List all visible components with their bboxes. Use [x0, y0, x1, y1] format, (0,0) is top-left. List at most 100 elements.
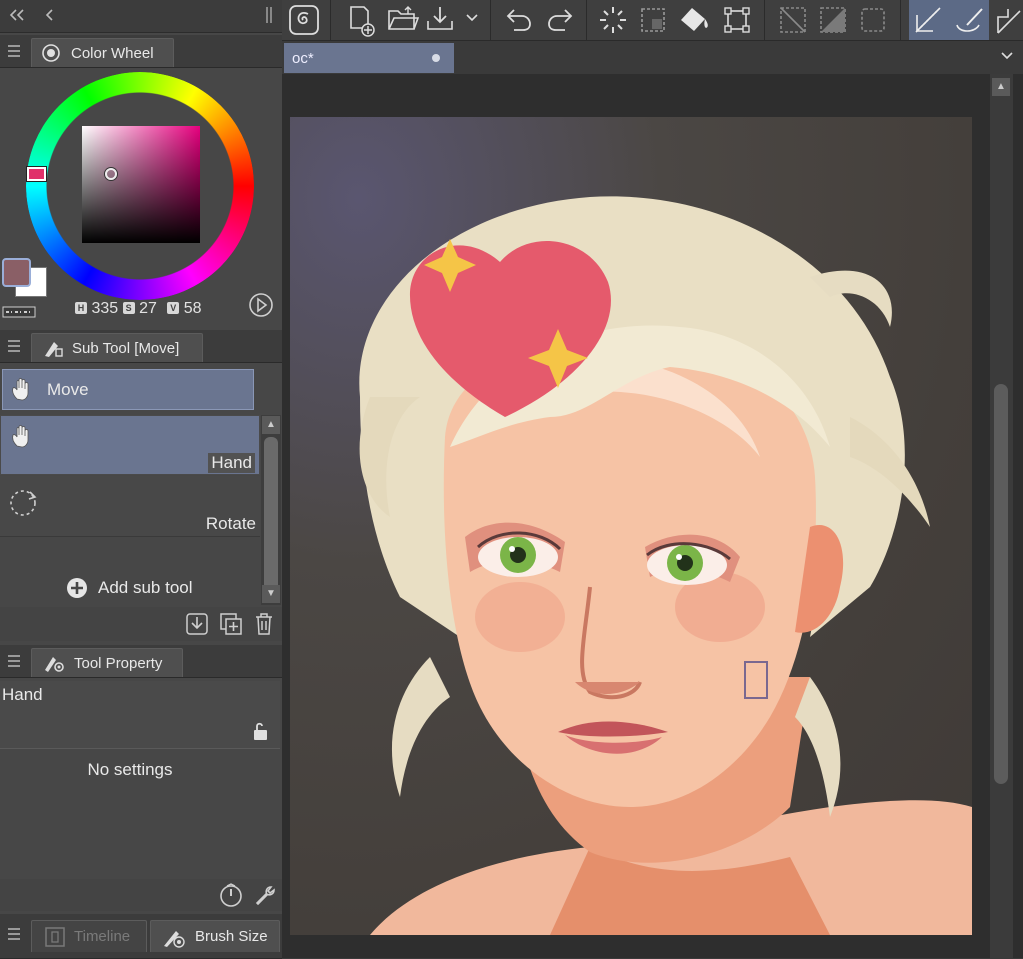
- timeline-icon: [44, 926, 66, 948]
- collapse-dock-icon[interactable]: [6, 7, 28, 23]
- back-arrow-icon[interactable]: [43, 7, 55, 23]
- unlock-icon[interactable]: [250, 721, 270, 741]
- tab-list-chevron-icon[interactable]: [1000, 51, 1014, 61]
- dial-icon[interactable]: [218, 883, 244, 909]
- toolbar-separator: [900, 0, 901, 40]
- sub-tool-tab-label: Sub Tool [Move]: [72, 339, 180, 357]
- tool-property-header: Hand: [0, 681, 280, 749]
- sub-tool-group-move[interactable]: Move: [2, 369, 254, 410]
- color-wheel-tabbar: Color Wheel: [0, 35, 282, 68]
- plus-circle-icon: [66, 577, 88, 599]
- brush-size-icon: [161, 926, 187, 948]
- tool-property-tab-label: Tool Property: [74, 654, 163, 672]
- tab-color-wheel[interactable]: Color Wheel: [31, 38, 174, 67]
- s-value: 27: [139, 300, 157, 317]
- document-tab-oc[interactable]: oc*: [284, 43, 454, 73]
- transform-icon[interactable]: [722, 5, 752, 35]
- snap-toggle-group: [909, 0, 989, 40]
- wrench-icon[interactable]: [252, 883, 278, 909]
- canvas-viewport[interactable]: [282, 74, 1023, 958]
- v-label: V: [167, 302, 180, 314]
- duplicate-icon[interactable]: [219, 612, 243, 636]
- add-sub-tool-label: Add sub tool: [98, 578, 193, 597]
- panel-menu-icon[interactable]: [8, 340, 20, 355]
- tab-tool-property[interactable]: Tool Property: [31, 648, 183, 677]
- s-label: S: [122, 302, 135, 314]
- drag-handle-icon[interactable]: [264, 5, 276, 25]
- tab-timeline[interactable]: Timeline: [31, 920, 147, 952]
- clear-outside-selection-icon[interactable]: [638, 5, 668, 35]
- tool-property-name: Hand: [2, 685, 43, 704]
- saturation-value-square[interactable]: [82, 126, 200, 243]
- app-logo-icon[interactable]: [288, 4, 320, 36]
- hue-marker[interactable]: [27, 167, 46, 181]
- color-wheel-tab-icon: [41, 43, 61, 63]
- add-sub-tool-button[interactable]: Add sub tool: [66, 577, 193, 599]
- selection-area-icon[interactable]: [858, 5, 888, 35]
- sub-tool-scrollbar[interactable]: ▲ ▼: [261, 415, 281, 605]
- scroll-down-icon[interactable]: ▼: [262, 585, 280, 603]
- toolbar-separator: [330, 0, 331, 40]
- snap-to-special-ruler-icon[interactable]: [953, 5, 987, 35]
- left-dock: Color Wheel H 335 S 27 V 58 Sub Tool [Mo…: [0, 0, 282, 959]
- main-color-swatch[interactable]: [2, 258, 31, 287]
- document-tab-label: oc*: [292, 49, 314, 67]
- color-wheel-tab-label: Color Wheel: [71, 44, 154, 62]
- sub-tool-tab-icon: [42, 338, 64, 358]
- redo-icon[interactable]: [545, 6, 575, 32]
- artwork-canvas[interactable]: [290, 117, 972, 935]
- h-label: H: [75, 302, 87, 314]
- new-canvas-icon[interactable]: [346, 4, 378, 38]
- transparent-color-icon[interactable]: [2, 306, 36, 318]
- document-tabbar: oc*: [282, 41, 1023, 74]
- panel-menu-icon[interactable]: [8, 45, 20, 60]
- clear-icon[interactable]: [598, 5, 628, 35]
- bottom-tabbar: Timeline Brush Size: [0, 914, 282, 959]
- import-icon[interactable]: [185, 612, 209, 636]
- tab-sub-tool[interactable]: Sub Tool [Move]: [31, 333, 203, 362]
- rotate-icon: [8, 488, 38, 518]
- toolbar-separator: [490, 0, 491, 40]
- canvas-scrollbar-thumb[interactable]: [994, 384, 1008, 784]
- brush-size-tab-label: Brush Size: [195, 928, 268, 945]
- portrait-painting: [359, 196, 972, 935]
- sub-tool-item-rotate[interactable]: Rotate: [0, 476, 260, 537]
- sub-tool-item-label: Hand: [208, 453, 255, 473]
- canvas-scroll-up-icon[interactable]: ▲: [992, 78, 1010, 96]
- unsaved-dot-icon[interactable]: [432, 54, 440, 62]
- snap-to-ruler-icon[interactable]: [913, 5, 943, 35]
- sub-tool-group-label: Move: [47, 379, 89, 399]
- panel-menu-icon[interactable]: [8, 928, 20, 943]
- deselect-icon[interactable]: [778, 5, 808, 35]
- tool-property-tabbar: Tool Property: [0, 645, 282, 678]
- save-icon[interactable]: [425, 4, 455, 34]
- no-settings-label: No settings: [87, 760, 173, 779]
- save-dropdown-chevron-icon[interactable]: [465, 13, 479, 23]
- toolbar-separator: [764, 0, 765, 40]
- v-value: 58: [183, 300, 202, 317]
- snap-to-grid-icon[interactable]: [994, 5, 1023, 35]
- undo-icon[interactable]: [504, 6, 534, 32]
- command-bar: [282, 0, 1023, 41]
- sub-tool-item-hand[interactable]: Hand: [0, 415, 260, 475]
- open-folder-icon[interactable]: [386, 5, 420, 33]
- sub-tool-tabbar: Sub Tool [Move]: [0, 330, 282, 363]
- color-mode-toggle-icon[interactable]: [248, 292, 274, 318]
- h-value: 335: [91, 300, 119, 317]
- tool-property-tab-icon: [42, 652, 66, 674]
- invert-selection-icon[interactable]: [818, 5, 848, 35]
- hand-icon: [9, 424, 37, 450]
- sub-tool-item-label: Rotate: [205, 514, 256, 533]
- tool-property-empty: No settings: [0, 760, 260, 780]
- sub-tool-footer: [0, 607, 282, 641]
- scroll-up-icon[interactable]: ▲: [262, 416, 280, 434]
- tab-brush-size[interactable]: Brush Size: [150, 920, 280, 952]
- sv-picker-marker[interactable]: [105, 168, 117, 180]
- toolbar-separator: [586, 0, 587, 40]
- scrollbar-thumb[interactable]: [264, 437, 278, 593]
- panel-menu-icon[interactable]: [8, 655, 20, 670]
- trash-icon[interactable]: [253, 612, 275, 636]
- canvas-vertical-scrollbar[interactable]: ▲: [990, 74, 1013, 958]
- hsv-readout: H 335 S 27 V 58: [75, 300, 202, 318]
- fill-icon[interactable]: [678, 5, 712, 35]
